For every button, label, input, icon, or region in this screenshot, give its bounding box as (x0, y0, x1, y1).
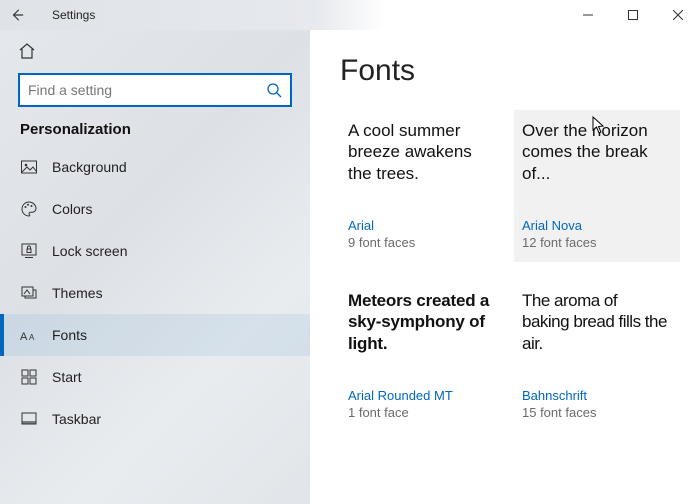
lock-screen-icon (20, 242, 38, 260)
sidebar-item-colors[interactable]: Colors (0, 188, 310, 230)
back-icon[interactable] (10, 8, 24, 22)
home-icon[interactable] (18, 42, 36, 60)
palette-icon (20, 200, 38, 218)
svg-text:A: A (20, 331, 28, 343)
cursor-icon (592, 116, 606, 134)
titlebar: Settings (0, 0, 700, 30)
sidebar-item-label: Background (52, 159, 127, 175)
font-sample: Meteors created a sky-symphony of light. (348, 290, 494, 378)
settings-window: Settings (0, 0, 700, 504)
sidebar-item-lock-screen[interactable]: Lock screen (0, 230, 310, 272)
search-box[interactable] (18, 73, 292, 107)
sidebar-item-taskbar[interactable]: Taskbar (0, 398, 310, 440)
nav-list: Background Colors Lock screen (0, 146, 310, 504)
maximize-button[interactable] (610, 0, 655, 30)
themes-icon (20, 284, 38, 302)
sidebar-item-label: Themes (52, 285, 103, 301)
font-name: Bahnschrift (522, 388, 668, 403)
font-name: Arial Nova (522, 218, 668, 233)
font-card-arial-rounded[interactable]: Meteors created a sky-symphony of light.… (340, 280, 506, 432)
image-icon (20, 158, 38, 176)
font-card-arial-nova[interactable]: Over the horizon comes the break of... A… (514, 110, 680, 262)
sidebar-item-themes[interactable]: Themes (0, 272, 310, 314)
font-faces: 15 font faces (522, 405, 668, 420)
font-grid: A cool summer breeze awakens the trees. … (340, 110, 680, 432)
font-faces: 9 font faces (348, 235, 494, 250)
sidebar-item-label: Colors (52, 201, 92, 217)
sidebar-item-start[interactable]: Start (0, 356, 310, 398)
minimize-button[interactable] (565, 0, 610, 30)
sidebar-item-background[interactable]: Background (0, 146, 310, 188)
page-title: Fonts (340, 54, 680, 88)
font-sample: The aroma of baking bread fills the air. (522, 290, 668, 378)
taskbar-icon (20, 410, 38, 428)
fonts-icon: AA (20, 326, 38, 344)
sidebar: Personalization Background Colors (0, 30, 310, 504)
sidebar-item-label: Fonts (52, 327, 87, 343)
sidebar-item-label: Lock screen (52, 243, 127, 259)
font-faces: 12 font faces (522, 235, 668, 250)
font-name: Arial (348, 218, 494, 233)
close-button[interactable] (655, 0, 700, 30)
section-header: Personalization (0, 121, 310, 146)
font-card-arial[interactable]: A cool summer breeze awakens the trees. … (340, 110, 506, 262)
font-faces: 1 font face (348, 405, 494, 420)
sidebar-item-fonts[interactable]: AA Fonts (0, 314, 310, 356)
font-name: Arial Rounded MT (348, 388, 494, 403)
content-area: Fonts A cool summer breeze awakens the t… (310, 30, 700, 504)
svg-text:A: A (29, 333, 35, 342)
font-sample: A cool summer breeze awakens the trees. (348, 120, 494, 208)
search-icon (266, 82, 282, 98)
sidebar-item-label: Taskbar (52, 411, 101, 427)
sidebar-item-label: Start (52, 369, 82, 385)
search-input[interactable] (28, 82, 266, 98)
start-icon (20, 368, 38, 386)
window-title: Settings (52, 8, 95, 22)
window-controls (565, 0, 700, 30)
font-card-bahnschrift[interactable]: The aroma of baking bread fills the air.… (514, 280, 680, 432)
